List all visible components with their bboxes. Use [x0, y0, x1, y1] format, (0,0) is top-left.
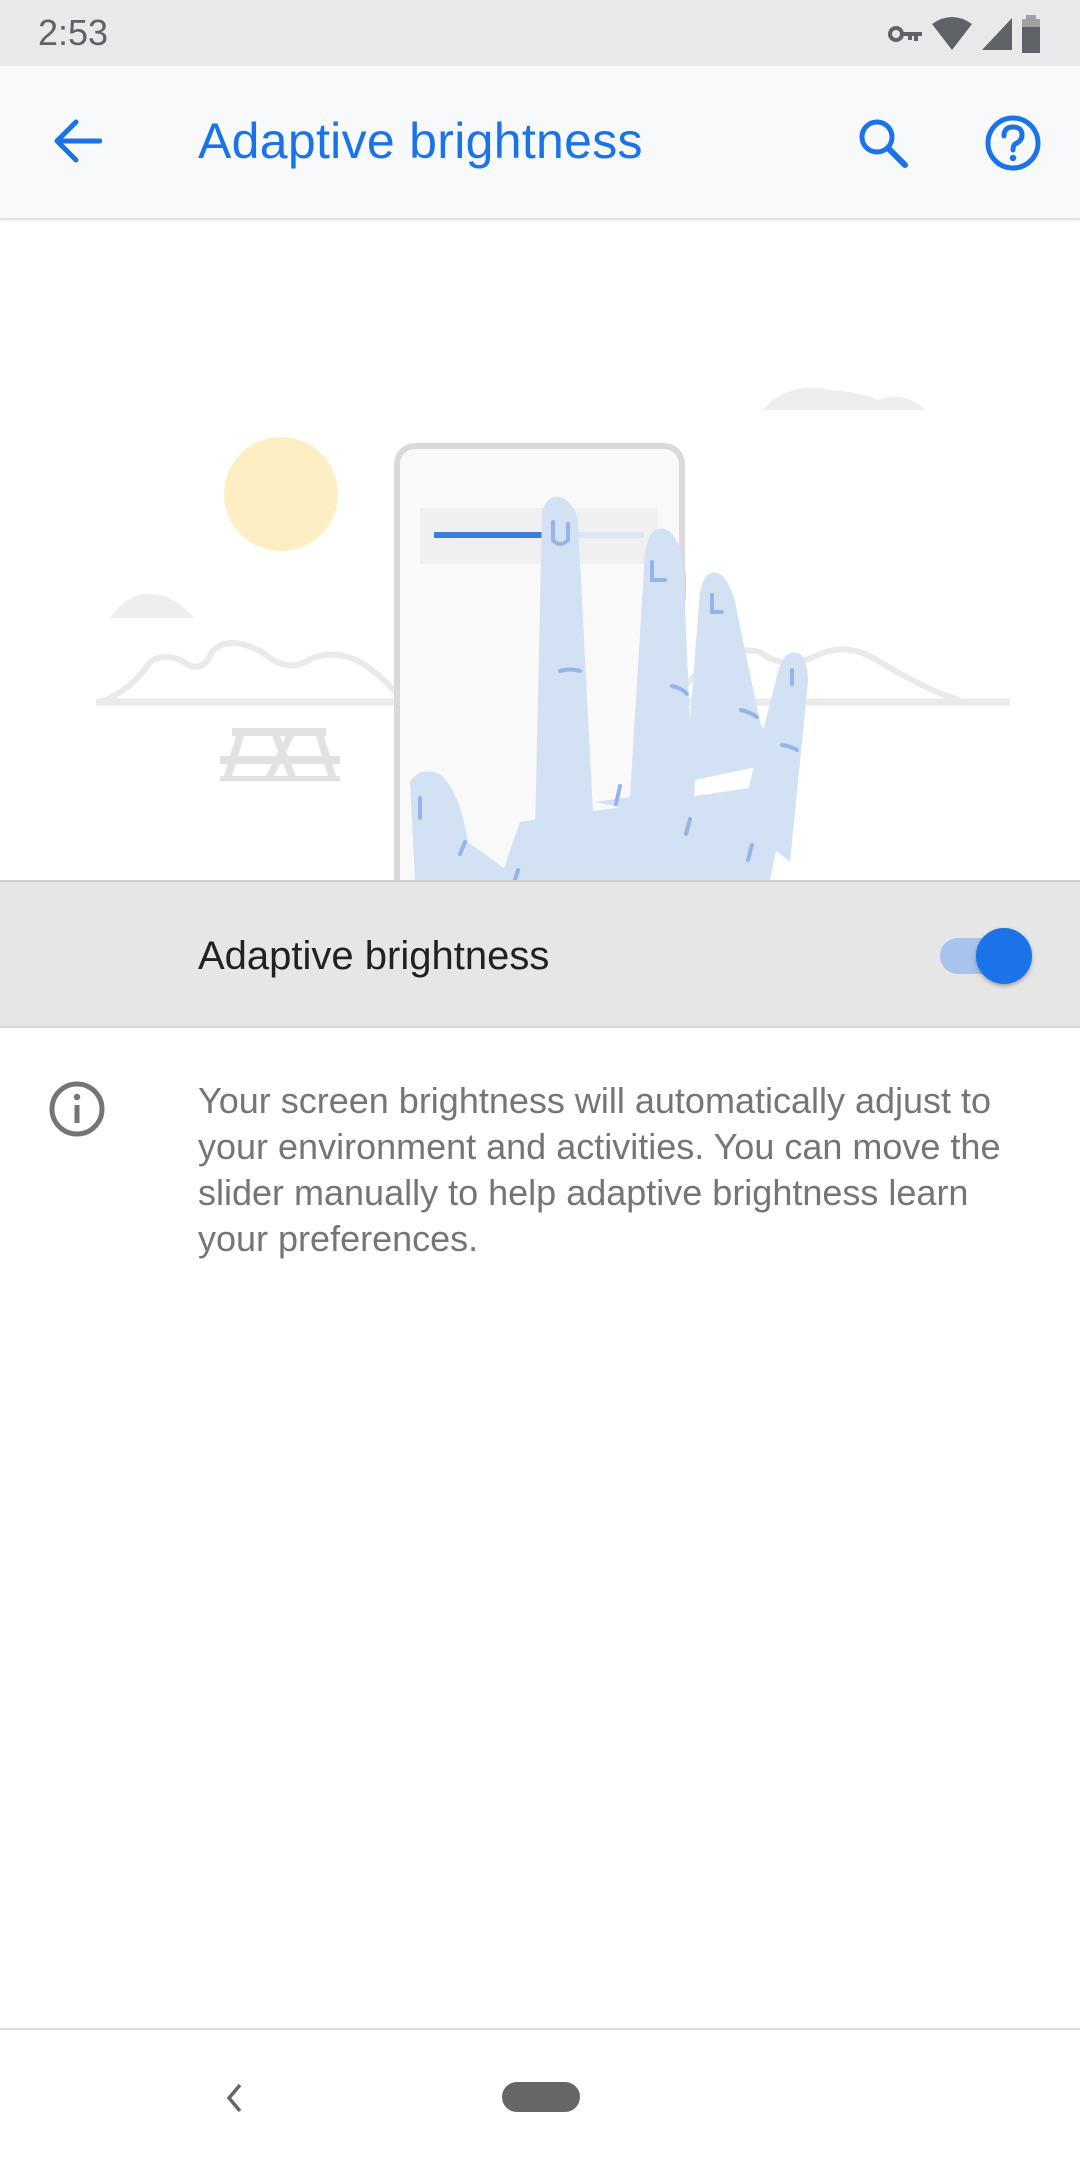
adaptive-brightness-label: Adaptive brightness	[198, 934, 550, 978]
phone-slider-fill	[434, 532, 544, 538]
nav-back-icon	[224, 2082, 244, 2119]
info-footer: Your screen brightness will automaticall…	[0, 1028, 1080, 1288]
adaptive-brightness-switch[interactable]	[936, 926, 1032, 986]
status-icons	[888, 14, 1042, 54]
adaptive-brightness-row[interactable]: Adaptive brightness	[0, 880, 1080, 1028]
hills-left	[98, 640, 403, 705]
wifi-icon	[930, 16, 974, 52]
status-time: 2:53	[38, 12, 109, 53]
status-bar: 2:53	[0, 0, 1080, 66]
hero-illustration	[0, 222, 1080, 880]
help-circle-icon	[984, 114, 1042, 177]
page-title: Adaptive brightness	[198, 113, 643, 169]
battery-icon	[1020, 15, 1042, 53]
help-button[interactable]	[978, 110, 1048, 180]
picnic-table	[220, 728, 340, 781]
back-button[interactable]	[44, 110, 110, 176]
switch-thumb	[976, 928, 1032, 984]
nav-home-pill-icon[interactable]	[502, 2082, 580, 2112]
arrow-back-icon	[52, 118, 103, 169]
search-icon	[857, 117, 909, 174]
search-button[interactable]	[848, 110, 918, 180]
vpn-key-icon	[888, 22, 924, 46]
brightness-illustration	[96, 387, 1010, 880]
cloud-top-right	[762, 387, 925, 410]
cloud-left	[110, 593, 194, 618]
sun	[224, 437, 338, 551]
info-icon	[46, 1078, 108, 1140]
info-description: Your screen brightness will automaticall…	[198, 1080, 1001, 1259]
app-bar: Adaptive brightness	[0, 66, 1080, 220]
nav-back-button[interactable]	[212, 2078, 256, 2122]
system-nav-bar	[0, 2028, 1080, 2160]
cellular-signal-icon	[980, 16, 1014, 52]
